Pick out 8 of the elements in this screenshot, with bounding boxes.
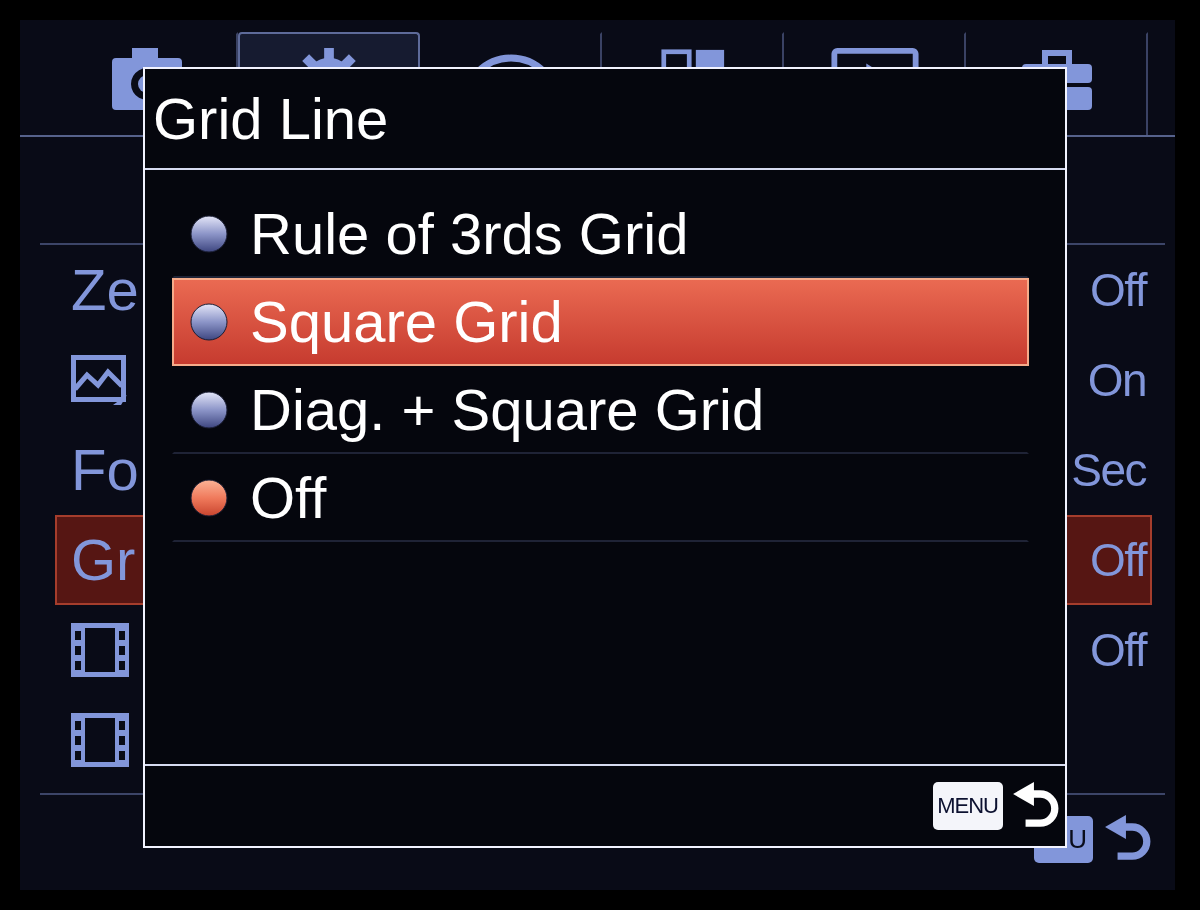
setting-label: Gr (71, 531, 136, 589)
setting-label: Ze (71, 261, 139, 319)
setting-value: Off (1090, 627, 1146, 673)
setting-value: On (1087, 357, 1146, 403)
setting-value: Off (1090, 267, 1146, 313)
menu-key: MENU (933, 782, 1003, 830)
dialog-title: Grid Line (153, 89, 389, 148)
setting-value: Off (1090, 537, 1146, 583)
